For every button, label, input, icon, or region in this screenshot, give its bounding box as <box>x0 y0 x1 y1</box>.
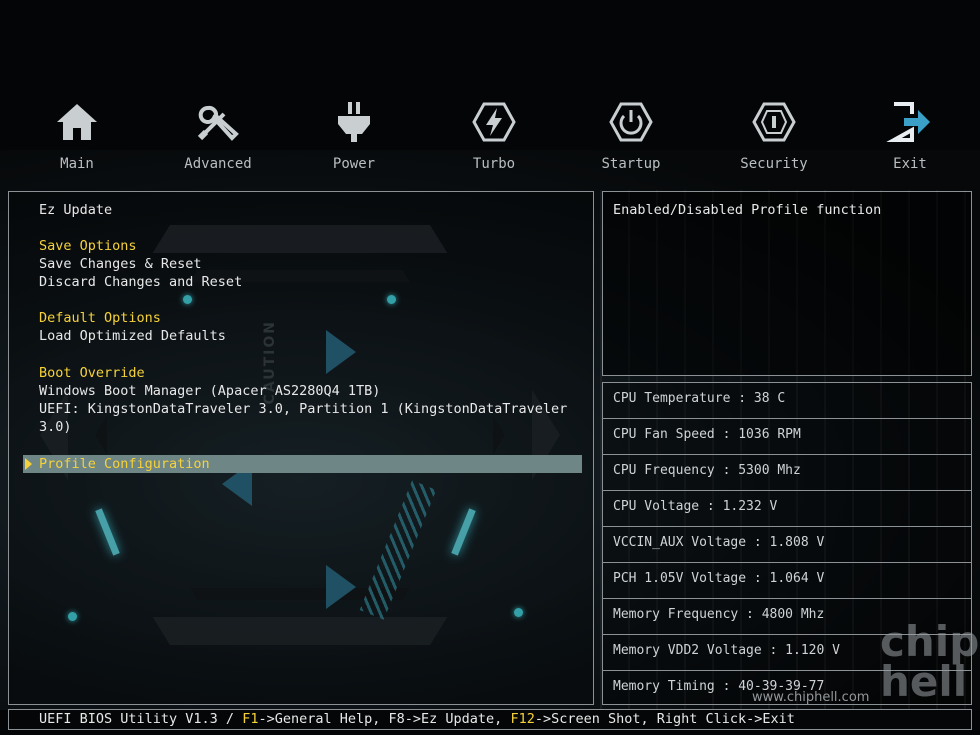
shield-icon <box>752 102 796 142</box>
status-row: CPU Temperature : 38 C <box>603 383 971 419</box>
default-options-header: Default Options <box>39 310 161 326</box>
tab-power[interactable]: Power <box>299 98 409 172</box>
status-text: PCH 1.05V Voltage : 1.064 V <box>613 571 825 586</box>
tab-label: Security <box>740 156 808 172</box>
boot-option-windows[interactable]: Windows Boot Manager (Apacer AS2280Q4 1T… <box>39 382 380 400</box>
status-text: Memory VDD2 Voltage : 1.120 V <box>613 643 840 658</box>
exit-icon <box>886 102 930 142</box>
save-changes-reset-item[interactable]: Save Changes & Reset <box>39 255 202 273</box>
tab-label: Advanced <box>184 156 252 172</box>
status-text: VCCIN_AUX Voltage : 1.808 V <box>613 535 825 550</box>
f12-description: ->Screen Shot, Right Click->Exit <box>534 711 795 727</box>
boot-option-uefi-usb-cont[interactable]: 3.0) <box>39 418 72 436</box>
tab-label: Main <box>60 156 94 172</box>
f1-description: ->General Help, F8->Ez Update, <box>258 711 511 727</box>
exit-menu-panel: Ez Update Save Options Save Changes & Re… <box>8 191 594 705</box>
load-optimized-defaults-item[interactable]: Load Optimized Defaults <box>39 327 226 345</box>
watermark-url: www.chiphell.com <box>752 690 870 705</box>
status-row: CPU Fan Speed : 1036 RPM <box>603 419 971 455</box>
help-panel: Enabled/Disabled Profile function <box>602 191 972 376</box>
status-row: VCCIN_AUX Voltage : 1.808 V <box>603 527 971 563</box>
bios-version-text: UEFI BIOS Utility V1.3 / <box>39 711 243 727</box>
tab-advanced[interactable]: Advanced <box>163 98 273 172</box>
tab-startup[interactable]: Startup <box>576 98 686 172</box>
boot-option-uefi-usb[interactable]: UEFI: KingstonDataTraveler 3.0, Partitio… <box>39 400 567 418</box>
status-text: CPU Voltage : 1.232 V <box>613 499 778 514</box>
power-plug-icon <box>338 102 370 142</box>
tab-label: Startup <box>601 156 661 172</box>
boot-override-header: Boot Override <box>39 365 145 381</box>
power-button-icon <box>609 102 653 142</box>
tab-security[interactable]: Security <box>719 98 829 172</box>
f1-key: F1 <box>242 711 259 727</box>
bottom-help-bar: UEFI BIOS Utility V1.3 / F1->General Hel… <box>8 709 972 730</box>
discard-changes-reset-item[interactable]: Discard Changes and Reset <box>39 273 242 291</box>
tab-turbo[interactable]: Turbo <box>439 98 549 172</box>
bottom-help-text: UEFI BIOS Utility V1.3 / F1->General Hel… <box>39 711 795 727</box>
status-text: CPU Fan Speed : 1036 RPM <box>613 427 801 442</box>
f12-key: F12 <box>510 711 535 727</box>
save-options-header: Save Options <box>39 238 137 254</box>
home-icon <box>57 104 97 140</box>
tab-label: Turbo <box>472 156 516 172</box>
profile-configuration-item[interactable]: Profile Configuration <box>39 455 210 473</box>
lightning-icon <box>472 102 516 142</box>
ez-update-item[interactable]: Ez Update <box>39 201 112 219</box>
status-row: PCH 1.05V Voltage : 1.064 V <box>603 563 971 599</box>
status-row: CPU Frequency : 5300 Mhz <box>603 455 971 491</box>
status-text: CPU Temperature : 38 C <box>613 391 786 406</box>
submenu-arrow-icon <box>25 458 32 470</box>
top-nav: Main Advanced Power Turbo Startup Securi… <box>0 98 980 180</box>
tab-label: Exit <box>893 156 927 172</box>
status-text: CPU Frequency : 5300 Mhz <box>613 463 801 478</box>
tab-exit[interactable]: Exit <box>855 98 965 172</box>
tab-label: Power <box>332 156 376 172</box>
status-text: Memory Frequency : 4800 Mhz <box>613 607 825 622</box>
tab-main[interactable]: Main <box>22 98 132 172</box>
chiphell-watermark-logo: chip hell <box>880 617 980 706</box>
tools-icon <box>197 105 239 141</box>
status-row: CPU Voltage : 1.232 V <box>603 491 971 527</box>
help-text: Enabled/Disabled Profile function <box>613 202 882 218</box>
